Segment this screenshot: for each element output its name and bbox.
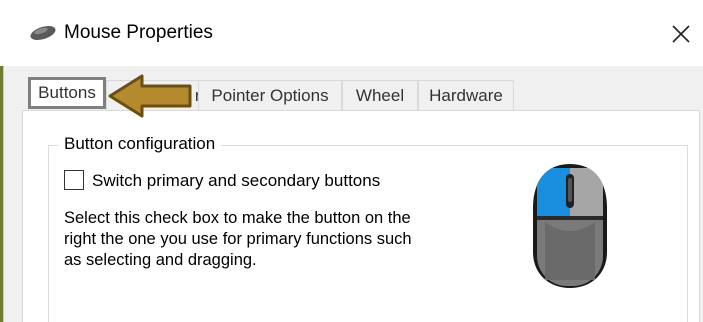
description-line: as selecting and dragging. <box>64 251 257 269</box>
description-line: Select this check box to make the button… <box>64 209 411 227</box>
tab-hardware[interactable]: Hardware <box>418 80 514 110</box>
title-bar: Mouse Properties <box>0 0 703 66</box>
switch-buttons-checkbox-label[interactable]: Switch primary and secondary buttons <box>92 171 380 191</box>
tab-wheel-label: Wheel <box>355 85 405 105</box>
description-line: right the one you use for primary functi… <box>64 230 412 248</box>
mouse-illustration <box>533 164 607 288</box>
tab-pointer-options[interactable]: Pointer Options <box>198 80 342 110</box>
tab-buttons-label: Buttons <box>38 83 96 102</box>
close-icon <box>672 25 690 43</box>
tab-wheel[interactable]: Wheel <box>342 80 418 110</box>
switch-buttons-checkbox[interactable] <box>64 170 84 190</box>
button-configuration-description: Select this check box to make the button… <box>64 208 484 271</box>
tab-hardware-label: Hardware <box>429 85 503 105</box>
tab-buttons[interactable]: Buttons <box>28 77 106 109</box>
window-title: Mouse Properties <box>64 22 213 43</box>
arrow-pointer-icon <box>108 74 192 118</box>
mouse-icon <box>30 26 56 40</box>
tab-pointer-options-label: Pointer Options <box>211 85 329 105</box>
close-button[interactable] <box>660 14 702 54</box>
button-configuration-title: Button configuration <box>58 134 222 154</box>
